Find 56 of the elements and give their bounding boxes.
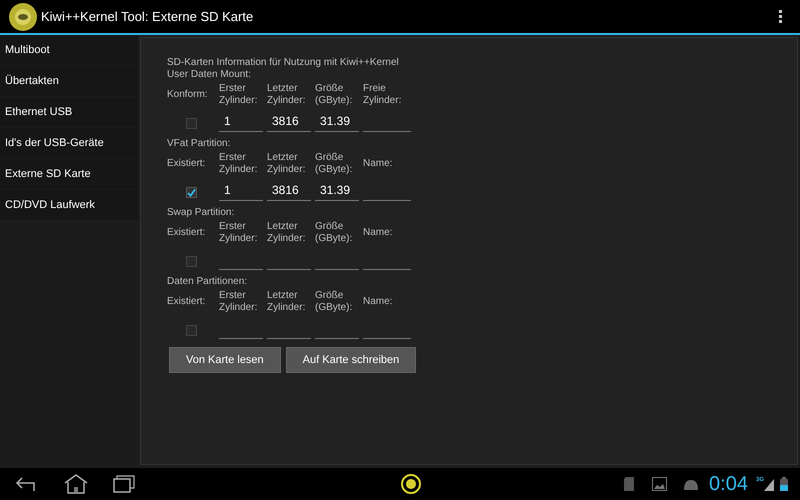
checkbox[interactable]: [186, 256, 196, 267]
notification-icon[interactable]: [400, 473, 422, 495]
column-label: Größe (GByte):: [315, 290, 354, 314]
input-field[interactable]: 3816: [267, 181, 311, 201]
sd-card-icon: [624, 477, 634, 491]
column-label: Letzter Zylinder:: [267, 83, 306, 107]
column-label: Erster Zylinder:: [219, 83, 258, 107]
input-field[interactable]: 1: [219, 112, 263, 132]
column-label: Größe (GByte):: [315, 83, 354, 107]
checkbox[interactable]: [186, 325, 196, 336]
column-label: Erster Zylinder:: [219, 152, 258, 176]
overflow-menu-icon[interactable]: [778, 10, 782, 24]
column-label: Name:: [363, 158, 394, 170]
section-title: Swap Partition:: [167, 207, 236, 219]
column-label: Erster Zylinder:: [219, 290, 258, 314]
input-field[interactable]: 31.39: [315, 112, 359, 132]
column-label: Letzter Zylinder:: [267, 221, 306, 245]
action-button[interactable]: Auf Karte schreiben: [286, 347, 416, 373]
app-title: Kiwi++Kernel Tool: Externe SD Karte: [41, 8, 254, 26]
column-label: Letzter Zylinder:: [267, 152, 306, 176]
column-label: Letzter Zylinder:: [267, 290, 306, 314]
back-icon[interactable]: [15, 476, 37, 492]
image-icon: [652, 477, 668, 491]
kiwi-logo-icon: [8, 2, 38, 32]
column-label: Name:: [363, 296, 394, 308]
column-label: Name:: [363, 227, 394, 239]
signal-icon: [764, 477, 774, 491]
section-title: User Daten Mount:: [167, 69, 252, 81]
column-label: Größe (GByte):: [315, 152, 354, 176]
field-label: Existiert:: [167, 296, 206, 308]
sidebar-item[interactable]: Übertakten: [0, 66, 138, 96]
column-label: Erster Zylinder:: [219, 221, 258, 245]
clock: 0:04: [709, 474, 748, 494]
field-label: Existiert:: [167, 158, 206, 170]
input-field[interactable]: 1: [219, 181, 263, 201]
recent-apps-icon[interactable]: [113, 475, 135, 493]
column-label: Freie Zylinder:: [363, 83, 402, 107]
checkmark-icon: [186, 188, 196, 197]
battery-icon: [780, 477, 788, 491]
sidebar-item[interactable]: Multiboot: [0, 35, 138, 65]
field-label: Existiert:: [167, 227, 206, 239]
input-field[interactable]: 31.39: [315, 181, 359, 201]
home-icon[interactable]: [63, 474, 89, 494]
column-label: Größe (GByte):: [315, 221, 354, 245]
sidebar-item[interactable]: Externe SD Karte: [0, 159, 138, 189]
action-button[interactable]: Von Karte lesen: [169, 347, 281, 373]
field-label: Konform:: [167, 89, 209, 101]
sidebar-item[interactable]: Id's der USB-Geräte: [0, 128, 138, 158]
input-field[interactable]: 3816: [267, 112, 311, 132]
checkbox[interactable]: [186, 118, 196, 129]
sidebar-item[interactable]: CD/DVD Laufwerk: [0, 190, 138, 220]
section-title: Daten Partitionen:: [167, 276, 248, 288]
sidebar-item[interactable]: Ethernet USB: [0, 97, 138, 127]
heading: SD-Karten Information für Nutzung mit Kiwi++Kernel: [167, 57, 400, 69]
checkbox[interactable]: [186, 187, 196, 198]
section-title: VFat Partition:: [167, 138, 232, 150]
